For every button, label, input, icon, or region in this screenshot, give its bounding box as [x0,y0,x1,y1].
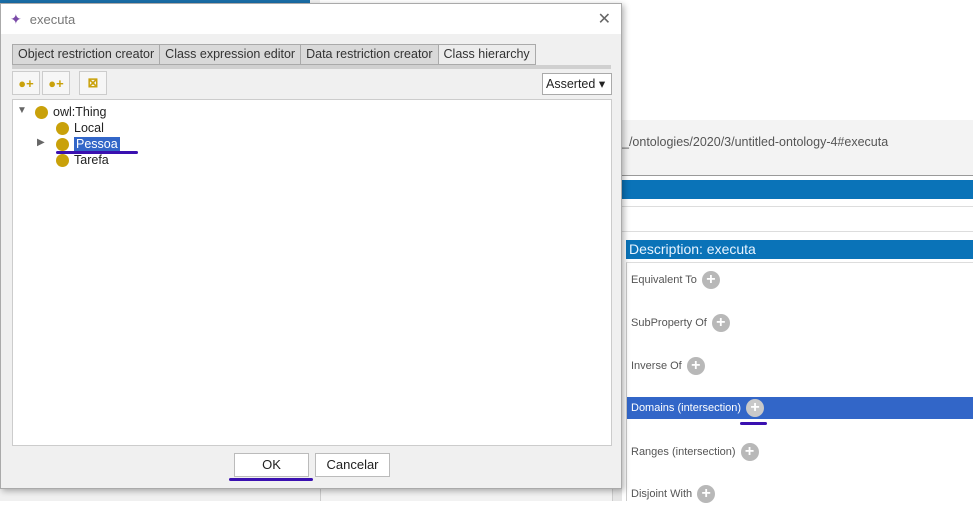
annotation-underline [229,478,313,481]
entity-iri: _/ontologies/2020/3/untitled-ontology-4#… [622,135,889,149]
section-label: SubProperty Of [631,317,707,329]
add-icon[interactable]: + [701,271,720,289]
hierarchy-mode-select[interactable]: Asserted ▾ [542,73,612,95]
annotation-underline [740,422,767,425]
section-equivalent-to: Equivalent To + [627,269,973,291]
description-title: Description: executa [626,240,973,259]
node-label: Local [74,121,104,135]
section-label: Inverse Of [631,360,682,372]
class-icon [56,121,69,135]
description-body [626,262,973,501]
expanded-icon[interactable]: ▼ [17,105,27,116]
header-bar [622,180,973,199]
dialog-title: executa [29,11,76,27]
tab-bar: Object restriction creator Class express… [12,44,536,65]
cancel-button[interactable]: Cancelar [315,453,390,477]
add-icon[interactable]: + [746,399,765,417]
class-tree: ▼ owl:Thing Local ▶ Pessoa Tarefa [12,99,612,446]
add-icon[interactable]: + [740,443,759,461]
tab-class-expression[interactable]: Class expression editor [159,44,301,65]
chevron-down-icon: ▾ [598,77,606,91]
mode-value: Asserted [546,77,596,91]
section-ranges: Ranges (intersection) + [627,441,973,463]
section-label: Domains (intersection) [631,402,742,414]
add-icon[interactable]: + [711,314,730,332]
class-expression-dialog: ✦ executa ✕ Object restriction creator C… [0,3,622,489]
tree-node-local[interactable]: Local [56,120,104,136]
tree-node-owl-thing[interactable]: owl:Thing [35,104,107,120]
background-panel [320,488,620,501]
section-subproperty-of: SubProperty Of + [627,312,973,334]
tab-object-restriction[interactable]: Object restriction creator [12,44,160,65]
node-label: owl:Thing [53,105,107,119]
add-subclass-icon[interactable]: ●+ [12,71,40,95]
class-icon [35,105,48,119]
section-label: Equivalent To [631,274,697,286]
node-label: Pessoa [74,137,120,151]
tab-class-hierarchy[interactable]: Class hierarchy [437,44,536,65]
annotations-area [622,206,973,232]
ok-button[interactable]: OK [234,453,309,477]
section-label: Ranges (intersection) [631,446,736,458]
add-icon[interactable]: + [686,357,705,375]
class-icon [56,137,69,151]
tree-node-tarefa[interactable]: Tarefa [56,152,109,168]
section-domains[interactable]: Domains (intersection) + [627,397,973,419]
collapsed-icon[interactable]: ▶ [37,137,45,148]
node-label: Tarefa [74,153,109,167]
close-icon[interactable]: ✕ [598,9,611,29]
add-sibling-icon[interactable]: ●+ [42,71,70,95]
section-label: Disjoint With [631,488,693,500]
title-bar: ✦ executa ✕ [1,4,621,34]
protege-icon: ✦ [10,10,22,27]
tab-divider [12,65,611,69]
add-icon[interactable]: + [697,485,716,503]
delete-class-icon[interactable]: ⊠ [79,71,107,95]
class-icon [56,153,69,167]
section-inverse-of: Inverse Of + [627,355,973,377]
tab-data-restriction[interactable]: Data restriction creator [300,44,438,65]
tree-node-pessoa[interactable]: Pessoa [56,136,120,152]
section-disjoint-with: Disjoint With + [627,483,973,505]
